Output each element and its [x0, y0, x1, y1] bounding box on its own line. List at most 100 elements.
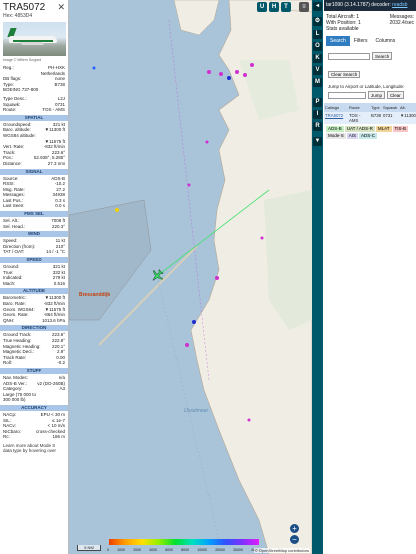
- marker: [227, 76, 231, 80]
- marker: [247, 418, 251, 422]
- marker: [243, 73, 247, 77]
- button-m[interactable]: M: [313, 78, 322, 87]
- spatial-value: ▼11300 ft: [44, 127, 65, 133]
- spatial-label: Distance:: [3, 160, 22, 166]
- stats-block: Total Aircraft: 1 With Position: 1 Stats…: [326, 14, 414, 32]
- decoder-link[interactable]: readsb: [392, 2, 407, 8]
- marker: [192, 320, 196, 324]
- direction-list: Ground Track: 223.6° True Heading: 222.8° Ma…: [0, 332, 68, 366]
- marker: [219, 72, 223, 76]
- stuff-row: 300 000 lb): [0, 397, 68, 403]
- marker: [207, 70, 211, 74]
- aircraft-photo[interactable]: [3, 22, 66, 56]
- button-o[interactable]: O: [313, 42, 322, 51]
- button-l[interactable]: L: [313, 30, 322, 39]
- table-row[interactable]: TRA5072 TOS - AMS B738 0731 ▼11300: [324, 112, 416, 124]
- table-header: Callsign Route Type Squawk Alt.: [324, 103, 416, 112]
- button-k[interactable]: K: [313, 54, 322, 63]
- map-button-t[interactable]: T: [281, 2, 291, 12]
- legend-adsb: ADS-B: [326, 126, 344, 132]
- stuff-label: 300 000 lb): [3, 397, 26, 403]
- search-button[interactable]: Search: [372, 52, 393, 60]
- map-attribution[interactable]: © OpenStreetMap contributors: [253, 548, 310, 553]
- zoom-in-button[interactable]: +: [290, 524, 299, 533]
- section-signal: SIGNAL: [0, 168, 68, 175]
- map-canvas[interactable]: [69, 0, 312, 554]
- spatial-row: Distance: 27.3 nmi: [0, 161, 68, 167]
- signal-value: 0.0 s: [55, 203, 65, 209]
- place-label: Breezanddijk: [79, 292, 111, 298]
- aircraft-info-panel: TRA5072 Hex: 4853D4 ✕ Image © Willem Sor…: [0, 0, 69, 554]
- section-fms: FMS SEL: [0, 211, 68, 218]
- section-direction: DIRECTION: [0, 325, 68, 332]
- altitude-list: Barometric: ▼11300 ft Baro. Rate: -832 ft/m…: [0, 295, 68, 323]
- marker: [92, 66, 96, 70]
- legend-adsc: ADS-C: [359, 133, 378, 139]
- clear-search-button[interactable]: Clear Search: [328, 71, 361, 78]
- section-stuff: STUFF: [0, 367, 68, 374]
- accuracy-list: NACp: EPU < 30 m SIL: ≤ 1e-7 NACv: < 10 m/s NI…: [0, 412, 68, 440]
- spatial-list: Groundspeed: 321 kt Baro. altitude: ▼11300 …: [0, 122, 68, 167]
- altitude-row: QNH: 1013.6 hPa: [0, 318, 68, 324]
- wind-list: Speed: 11 kt Direction (from): 210° TAT / OA…: [0, 238, 68, 255]
- map-view[interactable]: Breezanddijk IJsselmeer U H T ≡ + − 5 NM…: [69, 0, 312, 554]
- footer-note: Learn more about Mode S data type by hov…: [3, 442, 57, 454]
- button-p[interactable]: P: [313, 98, 322, 107]
- hex-code: Hex: 4853D4: [3, 13, 33, 19]
- tab-bar: Search Filters Columns: [326, 36, 414, 46]
- sea-label: IJsselmeer: [184, 408, 209, 414]
- tab-columns[interactable]: Columns: [371, 36, 399, 46]
- jump-button[interactable]: Jump: [368, 91, 386, 99]
- legend-modes: Mode-S: [326, 133, 346, 139]
- marker: [187, 183, 191, 187]
- signal-label: Last Seen:: [3, 203, 25, 209]
- wind-label: TAT / OAT:: [3, 249, 25, 255]
- settings-gear-icon[interactable]: ⚙: [313, 17, 322, 26]
- clear-button[interactable]: Clear: [387, 91, 404, 99]
- direction-row: Roll: -0.2: [0, 360, 68, 366]
- jump-label: Jump to Airport or Latitude, Longitude:: [328, 84, 405, 89]
- direction-label: Roll:: [3, 360, 13, 366]
- sidebar-content: tar1090 (3.14.1787) decoder: readsb Tota…: [324, 0, 416, 554]
- restricted-area: [69, 199, 152, 321]
- spatial-value: 27.3 nmi: [47, 160, 65, 166]
- marker: [235, 70, 239, 74]
- tab-search[interactable]: Search: [326, 36, 350, 46]
- tab-filters[interactable]: Filters: [350, 36, 372, 46]
- collapse-icon[interactable]: ◂: [313, 2, 322, 11]
- layers-icon[interactable]: ≡: [299, 2, 309, 12]
- map-button-h[interactable]: H: [269, 2, 279, 12]
- fms-label: Sel. Head.:: [3, 223, 26, 229]
- spatial-label: WGS84 altitude:: [3, 132, 36, 138]
- search-input[interactable]: [328, 52, 370, 60]
- info-header: TRA5072 Hex: 4853D4 ✕: [0, 0, 68, 20]
- marker: [260, 236, 264, 240]
- speed-value: 0.516: [53, 280, 65, 286]
- close-icon[interactable]: ✕: [57, 2, 65, 13]
- direction-value: -0.2: [57, 360, 65, 366]
- filter-icon[interactable]: ▼: [313, 137, 322, 146]
- fms-list: Sel. Alt.: 7008 ft Sel. Head.: 220.3°: [0, 218, 68, 229]
- button-i[interactable]: I: [313, 110, 322, 119]
- jump-input[interactable]: [328, 91, 366, 99]
- wind-row: TAT / OAT: 14 / -1 °C: [0, 249, 68, 255]
- button-v[interactable]: V: [313, 66, 322, 75]
- fms-value: 220.3°: [51, 223, 65, 229]
- section-altitude: ALTITUDE: [0, 288, 68, 295]
- stats-link[interactable]: Stats available: [326, 26, 361, 32]
- source-legend: ADS-B UAT / ADS-R MLAT TIS-B Mode-S AIS …: [324, 124, 416, 141]
- map-button-u[interactable]: U: [257, 2, 267, 12]
- wind-value: 14 / -1 °C: [45, 249, 65, 255]
- zoom-out-button[interactable]: −: [290, 535, 299, 544]
- legend-tisb: TIS-B: [392, 126, 409, 132]
- section-spatial: SPATIAL: [0, 114, 68, 121]
- marker: [185, 343, 189, 347]
- speed-label: Mach:: [3, 280, 16, 286]
- button-r[interactable]: R: [313, 122, 322, 131]
- altitude-value: 1013.6 hPa: [41, 317, 65, 323]
- right-panel: ◂ ⚙ L O K V M P I R ▼ tar1090 (3.14.1787…: [312, 0, 416, 554]
- stuff-value: A3: [59, 386, 65, 392]
- accuracy-value: 186 m: [52, 434, 65, 440]
- route-row: Route: TOS - AMS: [3, 107, 65, 113]
- island-texel: [173, 0, 220, 36]
